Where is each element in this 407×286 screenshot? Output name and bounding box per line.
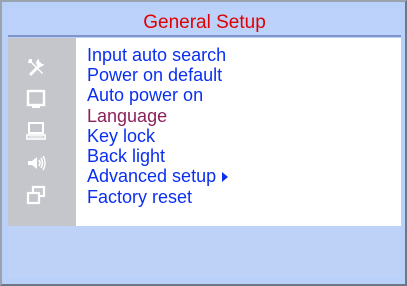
windows-icon[interactable] [23,182,49,208]
menu-item-label: Auto power on [87,85,204,106]
menu-list: Input auto search Power on default Auto … [87,45,229,207]
help-area [8,226,401,278]
menu-content: Input auto search Power on default Auto … [8,38,401,226]
menu-item-label: Key lock [87,125,156,146]
menu-item-label: Factory reset [87,186,193,207]
menu-item-label: Language [87,105,168,126]
menu-item-label: Power on default [87,64,223,85]
display-icon[interactable] [23,86,49,112]
menu-item-power-on-default[interactable]: Power on default [87,65,228,85]
osd-window: General Setup Input auto search Power on… [0,0,407,286]
menu-title: General Setup [143,11,266,33]
menu-item-language[interactable]: Language [87,106,228,126]
computer-icon[interactable] [23,118,49,144]
tools-icon[interactable] [23,54,49,80]
menu-item-label: Back light [87,146,166,167]
menu-item-label: Advanced setup [87,166,217,187]
menu-item-key-lock[interactable]: Key lock [87,126,228,146]
menu-item-label: Input auto search [87,44,227,65]
category-sidebar [8,38,76,226]
menu-item-auto-power-on[interactable]: Auto power on [87,85,228,106]
menu-item-factory-reset[interactable]: Factory reset [87,187,228,207]
chevron-right-icon [222,171,229,182]
menu-item-back-light[interactable]: Back light [87,146,228,166]
title-bar: General Setup [8,9,401,37]
speaker-icon[interactable] [23,150,49,176]
menu-item-input-auto-search[interactable]: Input auto search [87,45,228,65]
menu-item-advanced-setup[interactable]: Advanced setup [87,166,229,187]
